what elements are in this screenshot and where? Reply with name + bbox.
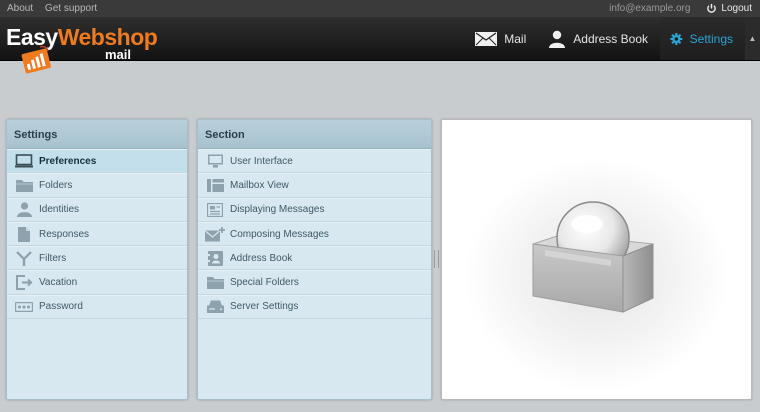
gear-icon [670, 32, 683, 45]
section-item-composing-messages[interactable]: Composing Messages [198, 221, 431, 247]
section-item-label: Composing Messages [230, 228, 329, 240]
section-item-label: Server Settings [230, 301, 299, 313]
settings-item-label: Folders [39, 179, 73, 191]
envelope-icon [475, 31, 498, 46]
panel-resize-handle[interactable] [434, 250, 439, 268]
top-bar: About Get support info@example.org Logou… [0, 0, 760, 17]
logo-mail: mail [105, 47, 132, 62]
monitor-icon [14, 153, 34, 169]
nav-mail[interactable]: Mail [465, 17, 538, 60]
user-area: info@example.org Logout [609, 3, 752, 14]
server-icon [205, 299, 225, 315]
settings-item-vacation[interactable]: Vacation [7, 270, 187, 295]
folder-icon [14, 177, 34, 193]
section-item-mailbox-view[interactable]: Mailbox View [198, 173, 431, 198]
document-icon [14, 226, 34, 242]
main-nav: Mail Address Book Settings ▲ [465, 17, 760, 60]
settings-panel-title: Settings [7, 120, 187, 149]
settings-item-label: Filters [39, 252, 67, 264]
password-icon [14, 299, 34, 315]
section-item-special-folders[interactable]: Special Folders [198, 270, 431, 295]
nav-address-book-label: Address Book [573, 31, 648, 46]
filter-icon [14, 250, 34, 266]
compose-icon [205, 226, 225, 242]
section-panel: Section User Interface Mailbox View Disp… [197, 119, 432, 400]
settings-list: Preferences Folders Identities Responses… [7, 149, 187, 320]
settings-item-folders[interactable]: Folders [7, 173, 187, 198]
settings-item-preferences[interactable]: Preferences [7, 149, 187, 174]
content-frame [441, 119, 752, 400]
mailbox-view-icon [205, 177, 225, 193]
nav-settings[interactable]: Settings [660, 17, 745, 60]
settings-item-responses[interactable]: Responses [7, 221, 187, 247]
logout-label: Logout [721, 3, 752, 14]
person-icon [549, 30, 566, 48]
monitor-icon [205, 153, 225, 169]
settings-item-label: Password [39, 301, 83, 313]
power-icon [707, 3, 717, 13]
section-item-label: Displaying Messages [230, 204, 325, 216]
nav-address-book[interactable]: Address Book [538, 17, 660, 60]
settings-item-label: Identities [39, 204, 80, 216]
section-item-displaying-messages[interactable]: Displaying Messages [198, 197, 431, 222]
nav-mail-label: Mail [504, 31, 527, 46]
section-item-label: Address Book [230, 252, 293, 264]
exit-icon [14, 275, 34, 291]
get-support-link[interactable]: Get support [45, 3, 97, 14]
header: EasyWebshop mail Mail Address Book Setti… [0, 17, 760, 74]
folder-icon [205, 275, 225, 291]
section-item-address-book[interactable]: Address Book [198, 246, 431, 271]
logout-button[interactable]: Logout [706, 3, 752, 14]
about-link[interactable]: About [7, 3, 33, 14]
settings-item-label: Vacation [39, 277, 78, 289]
settings-item-label: Preferences [39, 155, 97, 167]
nav-collapse-toggle[interactable]: ▲ [745, 17, 760, 60]
addressbook-icon [205, 250, 225, 266]
message-icon [205, 202, 225, 218]
settings-item-password[interactable]: Password [7, 294, 187, 320]
settings-item-filters[interactable]: Filters [7, 246, 187, 271]
logo[interactable]: EasyWebshop mail [6, 21, 158, 77]
section-item-label: Special Folders [230, 277, 299, 289]
person-icon [14, 202, 34, 218]
section-list: User Interface Mailbox View Displaying M… [198, 149, 431, 320]
settings-item-identities[interactable]: Identities [7, 197, 187, 222]
settings-item-label: Responses [39, 228, 90, 240]
nav-settings-label: Settings [689, 31, 733, 46]
user-email: info@example.org [609, 3, 691, 14]
logo-badge-icon [21, 45, 51, 74]
top-links: About Get support [7, 3, 106, 14]
section-item-user-interface[interactable]: User Interface [198, 149, 431, 174]
section-panel-title: Section [198, 120, 431, 149]
roundcube-logo-icon [532, 201, 654, 313]
settings-panel: Settings Preferences Folders Identities … [6, 119, 188, 400]
section-item-label: Mailbox View [230, 179, 289, 191]
section-item-server-settings[interactable]: Server Settings [198, 294, 431, 320]
caret-up-icon: ▲ [748, 34, 757, 43]
section-item-label: User Interface [230, 155, 293, 167]
